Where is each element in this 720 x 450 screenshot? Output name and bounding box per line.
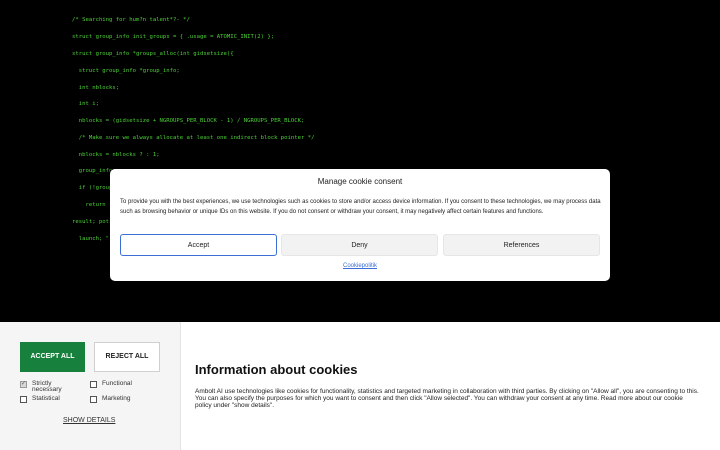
code-line: group_info <box>72 168 113 174</box>
cookie-consent-modal: Manage cookie consent To provide you wit… <box>110 169 610 281</box>
code-line: /* Searching for hum?n talent*?- */ <box>72 17 190 23</box>
marketing-label: Marketing <box>102 395 131 402</box>
cookie-banner: ACCEPT ALL REJECT ALL Strictly necessary… <box>0 322 720 450</box>
modal-description: To provide you with the best experiences… <box>120 199 601 215</box>
code-line: result; poti <box>72 219 113 225</box>
statistical-label: Statistical <box>32 395 60 402</box>
code-line: /* Make sure we always allocate at least… <box>72 135 315 141</box>
references-button[interactable]: References <box>443 234 600 256</box>
statistical-checkbox[interactable] <box>20 396 27 403</box>
info-title: Information about cookies <box>195 362 358 377</box>
info-text: Ambolt AI use technologies like cookies … <box>195 388 699 409</box>
banner-controls: ACCEPT ALL REJECT ALL Strictly necessary… <box>0 322 181 450</box>
functional-label: Functional <box>102 380 132 387</box>
code-line: int i; <box>72 101 99 107</box>
code-line: if (!group <box>72 185 113 191</box>
show-details-link[interactable]: SHOW DETAILS <box>63 417 115 424</box>
code-line: nblocks = (gidsetsize + NGROUPS_PER_BLOC… <box>72 118 305 124</box>
strictly-necessary-label: Strictly necessary <box>32 380 62 393</box>
code-line: struct group_info init_groups = { .usage… <box>72 34 275 40</box>
accept-button[interactable]: Accept <box>120 234 277 256</box>
modal-title: Manage cookie consent <box>317 177 403 186</box>
code-line: return <box>72 202 106 208</box>
code-line: struct group_info *group_info; <box>72 68 180 74</box>
strictly-necessary-checkbox[interactable] <box>20 380 27 388</box>
code-line: int nblocks; <box>72 85 120 91</box>
code-line: struct group_info *groups_alloc(int gids… <box>72 51 234 57</box>
cookie-policy-link[interactable]: Cookiepolitik <box>110 263 610 269</box>
code-line: nblocks = nblocks ? : 1; <box>72 152 160 158</box>
code-line: launch; " <box>72 236 110 242</box>
deny-button[interactable]: Deny <box>281 234 438 256</box>
marketing-checkbox[interactable] <box>90 396 97 403</box>
functional-checkbox[interactable] <box>90 381 97 388</box>
reject-all-button[interactable]: REJECT ALL <box>94 342 160 372</box>
accept-all-button[interactable]: ACCEPT ALL <box>20 342 85 372</box>
